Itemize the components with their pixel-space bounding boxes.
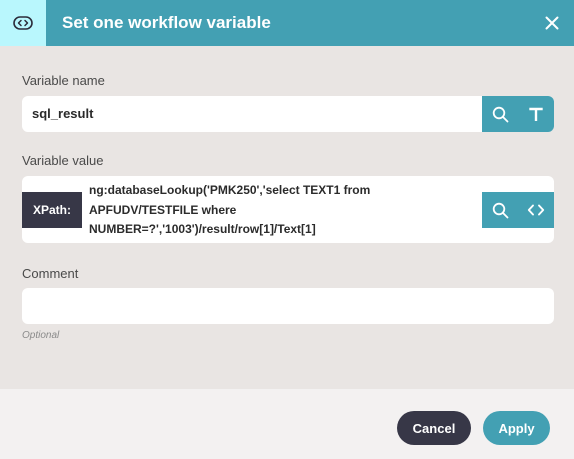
dialog-header: Set one workflow variable [0, 0, 574, 46]
variable-value-code-button[interactable] [518, 192, 554, 228]
variable-value-text[interactable]: ng:databaseLookup('PMK250','select TEXT1… [89, 181, 409, 240]
xpath-type-badge[interactable]: XPath: [22, 192, 82, 228]
variable-value-search-button[interactable] [482, 192, 518, 228]
variable-name-field[interactable]: sql_result [22, 96, 554, 132]
variable-name-value[interactable]: sql_result [32, 96, 93, 132]
close-icon [545, 16, 559, 30]
apply-button[interactable]: Apply [483, 411, 550, 445]
text-type-icon [529, 107, 543, 121]
close-button[interactable] [540, 11, 564, 35]
cancel-button[interactable]: Cancel [397, 411, 471, 445]
variable-name-search-button[interactable] [482, 96, 518, 132]
variable-name-label: Variable name [22, 73, 105, 88]
dialog-title: Set one workflow variable [62, 13, 271, 32]
code-icon [527, 204, 545, 216]
search-icon [492, 202, 508, 218]
variable-name-type-button[interactable] [518, 96, 554, 132]
dialog-footer: Cancel Apply [0, 389, 574, 459]
comment-input[interactable] [22, 288, 554, 324]
variable-value-label: Variable value [22, 153, 104, 168]
comment-hint: Optional [22, 330, 60, 341]
search-icon [492, 106, 508, 122]
variable-value-field[interactable]: XPath: ng:databaseLookup('PMK250','selec… [22, 176, 554, 243]
comment-label: Comment [22, 266, 79, 281]
variable-icon [0, 0, 46, 46]
